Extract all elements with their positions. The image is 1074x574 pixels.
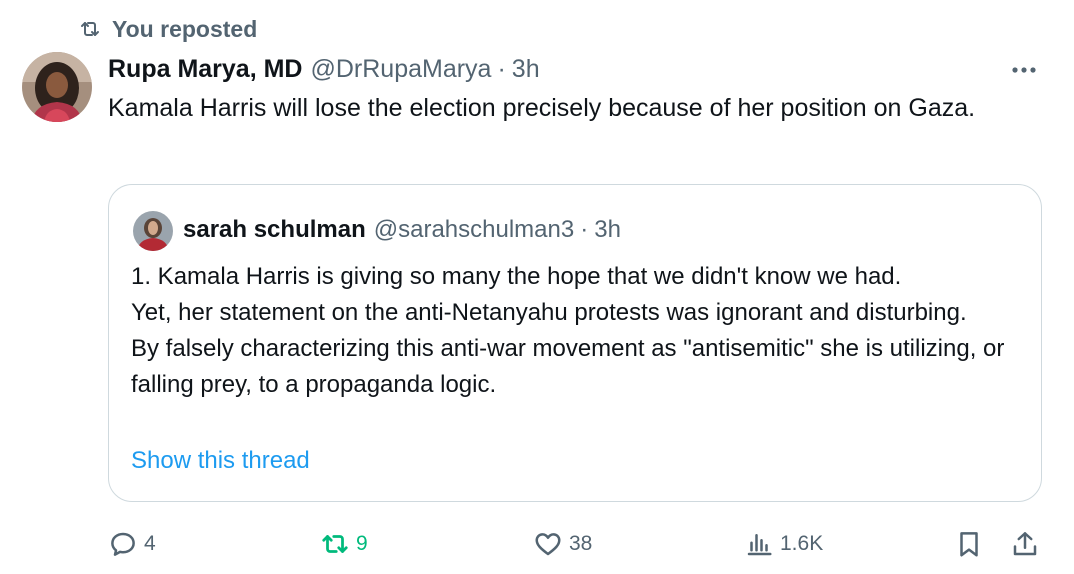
quote-header: sarah schulman @sarahschulman3 · 3h bbox=[183, 213, 621, 247]
show-thread-link[interactable]: Show this thread bbox=[131, 443, 310, 479]
share-icon bbox=[1013, 532, 1037, 556]
reply-button[interactable]: 4 bbox=[108, 528, 156, 560]
quote-author-handle[interactable]: @sarahschulman3 bbox=[374, 216, 574, 244]
like-icon bbox=[535, 533, 561, 556]
quote-text: 1. Kamala Harris is giving so many the h… bbox=[131, 259, 1031, 403]
bookmark-button[interactable] bbox=[954, 528, 984, 560]
tweet-text: Kamala Harris will lose the election pre… bbox=[108, 94, 976, 122]
repost-label: You reposted bbox=[112, 15, 258, 42]
repost-count: 9 bbox=[356, 532, 368, 555]
quote-line: 1. Kamala Harris is giving so many the h… bbox=[131, 263, 902, 290]
quote-timestamp[interactable]: 3h bbox=[594, 216, 621, 244]
views-icon bbox=[747, 534, 772, 556]
reply-icon bbox=[111, 532, 135, 556]
action-bar: 4 9 38 1.6K bbox=[0, 522, 1074, 566]
reply-count: 4 bbox=[144, 532, 156, 555]
quote-line: Yet, her statement on the anti-Netanyahu… bbox=[131, 299, 967, 326]
views-count: 1.6K bbox=[780, 532, 824, 555]
like-button[interactable]: 38 bbox=[533, 528, 592, 560]
share-button[interactable] bbox=[1010, 528, 1040, 560]
repost-icon bbox=[322, 535, 348, 553]
tweet-header: Rupa Marya, MD @DrRupaMarya · 3h bbox=[108, 52, 540, 86]
timestamp[interactable]: 3h bbox=[512, 55, 540, 84]
avatar[interactable] bbox=[22, 52, 92, 122]
quote-author-name[interactable]: sarah schulman bbox=[183, 216, 366, 244]
repost-banner: You reposted bbox=[78, 12, 257, 46]
bookmark-icon bbox=[960, 532, 978, 557]
repost-icon bbox=[81, 22, 99, 36]
views-button[interactable]: 1.6K bbox=[744, 528, 823, 560]
like-count: 38 bbox=[569, 532, 593, 555]
quote-avatar[interactable] bbox=[133, 211, 173, 251]
separator-dot: · bbox=[580, 216, 589, 243]
more-icon[interactable] bbox=[1008, 58, 1040, 82]
quoted-tweet[interactable]: sarah schulman @sarahschulman3 · 3h 1. K… bbox=[108, 184, 1042, 502]
author-name[interactable]: Rupa Marya, MD bbox=[108, 55, 302, 84]
quote-line: By falsely characterizing this anti-war … bbox=[131, 335, 1005, 398]
author-handle[interactable]: @DrRupaMarya bbox=[310, 55, 491, 84]
separator-dot: · bbox=[497, 54, 506, 83]
repost-button[interactable]: 9 bbox=[320, 528, 368, 560]
